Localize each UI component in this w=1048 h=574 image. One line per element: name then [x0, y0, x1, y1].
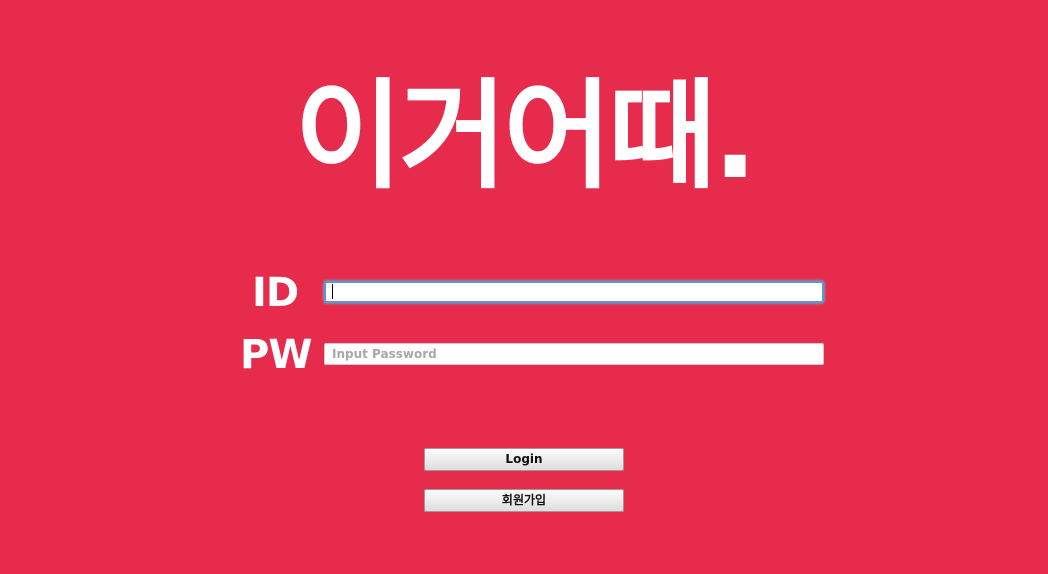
text-caret	[332, 284, 333, 299]
login-button[interactable]: Login	[424, 448, 624, 471]
password-input[interactable]	[324, 343, 824, 365]
app-logo: 이거어때.	[294, 67, 757, 205]
id-input[interactable]	[324, 281, 824, 303]
pw-label: PW	[240, 332, 312, 378]
id-label: ID	[252, 270, 299, 316]
signup-button[interactable]: 회원가입	[424, 489, 624, 512]
